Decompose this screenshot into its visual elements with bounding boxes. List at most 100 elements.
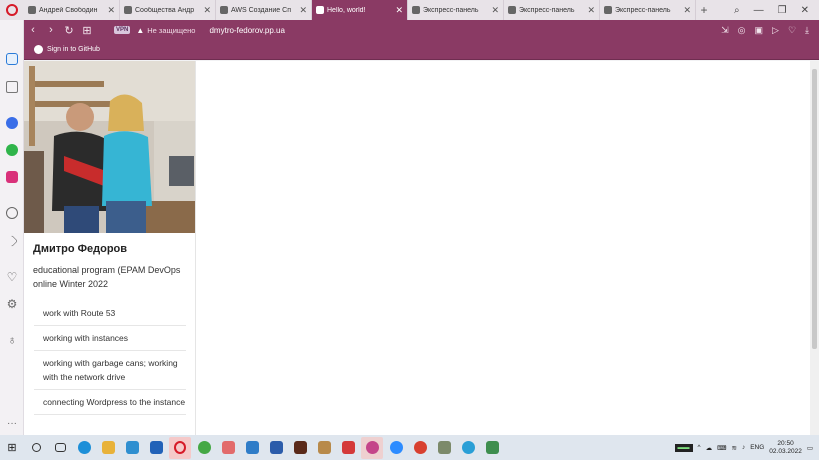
- utorrent-app[interactable]: [193, 437, 215, 459]
- instagram-icon[interactable]: [6, 171, 18, 183]
- security-status[interactable]: Не защищено: [147, 26, 195, 35]
- task-view-button[interactable]: [49, 437, 71, 459]
- reload-button[interactable]: ↻: [60, 24, 78, 37]
- close-tab-icon[interactable]: ✕: [203, 5, 211, 16]
- profile-photo: [24, 61, 195, 233]
- maximize-button[interactable]: ❐: [778, 5, 787, 16]
- chevron-up-icon[interactable]: ^: [698, 444, 701, 451]
- page-scrollbar[interactable]: [810, 61, 819, 435]
- start-button[interactable]: ⊞: [0, 441, 24, 454]
- wifi-icon[interactable]: ≋: [732, 444, 737, 452]
- share-icon[interactable]: ⇲: [721, 25, 729, 36]
- vscode-app[interactable]: [241, 437, 263, 459]
- app-box[interactable]: [313, 437, 335, 459]
- app-dark[interactable]: [289, 437, 311, 459]
- url-field[interactable]: dmytro-fedorov.pp.ua: [209, 26, 284, 35]
- clock[interactable]: 20:50 02.03.2022: [769, 440, 802, 456]
- app-pink[interactable]: [361, 436, 383, 459]
- keyboard-icon[interactable]: ⌨: [717, 444, 726, 452]
- tab-title: Hello, world!: [327, 6, 366, 14]
- author-description: educational program (EPAM DevOps online …: [33, 265, 181, 289]
- send-icon[interactable]: [6, 235, 18, 247]
- app-l[interactable]: [121, 437, 143, 459]
- tab-title: Сообщества Андр: [135, 6, 195, 14]
- page-favicon-icon: [316, 6, 324, 14]
- explorer-app[interactable]: [97, 437, 119, 459]
- word-app[interactable]: [265, 437, 287, 459]
- edge-icon: [77, 441, 91, 454]
- bookmark-github[interactable]: Sign in to GitHub: [47, 46, 100, 53]
- web-page: Дмитро Федоров educational program (EPAM…: [24, 61, 810, 435]
- heart-icon[interactable]: ♡: [788, 25, 796, 36]
- close-tab-icon[interactable]: ✕: [395, 5, 403, 16]
- chrome-icon: [413, 441, 427, 454]
- home-icon[interactable]: [6, 53, 18, 65]
- tabs-grid-icon[interactable]: ⊞: [78, 24, 96, 37]
- close-tab-icon[interactable]: ✕: [587, 5, 595, 16]
- network-meter-icon[interactable]: ▬▬: [674, 443, 693, 452]
- app-red[interactable]: [217, 437, 239, 459]
- volume-icon[interactable]: ♪: [742, 444, 745, 451]
- heart-icon[interactable]: ♡: [6, 271, 18, 283]
- settings-icon[interactable]: ⚙: [6, 298, 18, 310]
- app-tools[interactable]: [433, 437, 455, 459]
- tab-4[interactable]: Экспресс-панель ✕: [408, 0, 504, 20]
- cloud-icon[interactable]: ☁: [706, 444, 713, 452]
- vpn-badge[interactable]: VPN: [114, 26, 131, 34]
- chrome-app[interactable]: [409, 437, 431, 459]
- tab-5[interactable]: Экспресс-панель ✕: [504, 0, 600, 20]
- download-icon[interactable]: ⤓: [805, 25, 809, 36]
- opera-app[interactable]: [169, 436, 191, 459]
- lightbulb-icon[interactable]: ♁: [6, 334, 18, 346]
- notifications-icon[interactable]: ▭: [807, 444, 813, 452]
- more-icon[interactable]: ···: [6, 418, 18, 430]
- telegram-app[interactable]: [457, 437, 479, 459]
- close-tab-icon[interactable]: ✕: [299, 5, 307, 16]
- browser-sidebar: ♡ ⚙ ♁ ···: [0, 20, 24, 435]
- pdf-app[interactable]: [337, 437, 359, 459]
- opera-logo-icon: [6, 4, 18, 16]
- tab-2[interactable]: AWS Создание Сп ✕: [216, 0, 312, 20]
- tab-3-active[interactable]: Hello, world! ✕: [312, 0, 408, 20]
- camera-icon[interactable]: ◎: [738, 25, 746, 36]
- player-icon[interactable]: [6, 207, 18, 219]
- forward-button[interactable]: ›: [42, 24, 60, 36]
- tools-icon: [437, 441, 451, 454]
- tab-1[interactable]: Сообщества Андр ✕: [120, 0, 216, 20]
- close-tab-icon[interactable]: ✕: [107, 5, 115, 16]
- language-indicator[interactable]: ENG: [750, 444, 764, 451]
- zoom-app[interactable]: [385, 437, 407, 459]
- tab-0[interactable]: Андрей Свободин ✕: [24, 0, 120, 20]
- apps-icon[interactable]: [6, 81, 18, 93]
- whatsapp-icon[interactable]: [6, 144, 18, 156]
- close-tab-icon[interactable]: ✕: [683, 5, 691, 16]
- close-tab-icon[interactable]: ✕: [491, 5, 499, 16]
- back-button[interactable]: ‹: [24, 24, 42, 36]
- pdf-icon: [341, 441, 355, 454]
- speed-dial-icon: [412, 6, 420, 14]
- search-tabs-icon[interactable]: ⌕: [734, 5, 740, 16]
- tab-title: Экспресс-панель: [519, 6, 575, 14]
- zoom-icon: [389, 441, 403, 454]
- minimize-button[interactable]: —: [754, 5, 764, 16]
- opera-menu-button[interactable]: [0, 0, 24, 20]
- cube-icon[interactable]: ▣: [755, 25, 764, 36]
- tab-6[interactable]: Экспресс-панель ✕: [600, 0, 696, 20]
- mail-app[interactable]: [145, 437, 167, 459]
- window-controls: ⌕ — ❐ ✕: [734, 0, 819, 20]
- close-window-button[interactable]: ✕: [801, 5, 809, 16]
- utorrent-icon: [197, 441, 211, 454]
- scroll-thumb[interactable]: [812, 69, 817, 349]
- menu-item[interactable]: working with instances: [34, 326, 186, 351]
- edge-app[interactable]: [73, 437, 95, 459]
- app-green[interactable]: [481, 437, 503, 459]
- new-tab-button[interactable]: +: [696, 0, 712, 20]
- menu-item[interactable]: working with garbage cans; working with …: [34, 351, 186, 390]
- search-button[interactable]: [25, 437, 47, 459]
- messenger-icon[interactable]: [6, 117, 18, 129]
- system-tray: ▬▬ ^ ☁ ⌨ ≋ ♪ ENG 20:50 02.03.2022 ▭: [674, 440, 819, 456]
- menu-item[interactable]: connecting Wordpress to the instance: [34, 390, 186, 415]
- menu-item[interactable]: work with Route 53: [34, 301, 186, 326]
- folder-icon: [101, 441, 115, 454]
- player-icon[interactable]: ▷: [772, 25, 779, 36]
